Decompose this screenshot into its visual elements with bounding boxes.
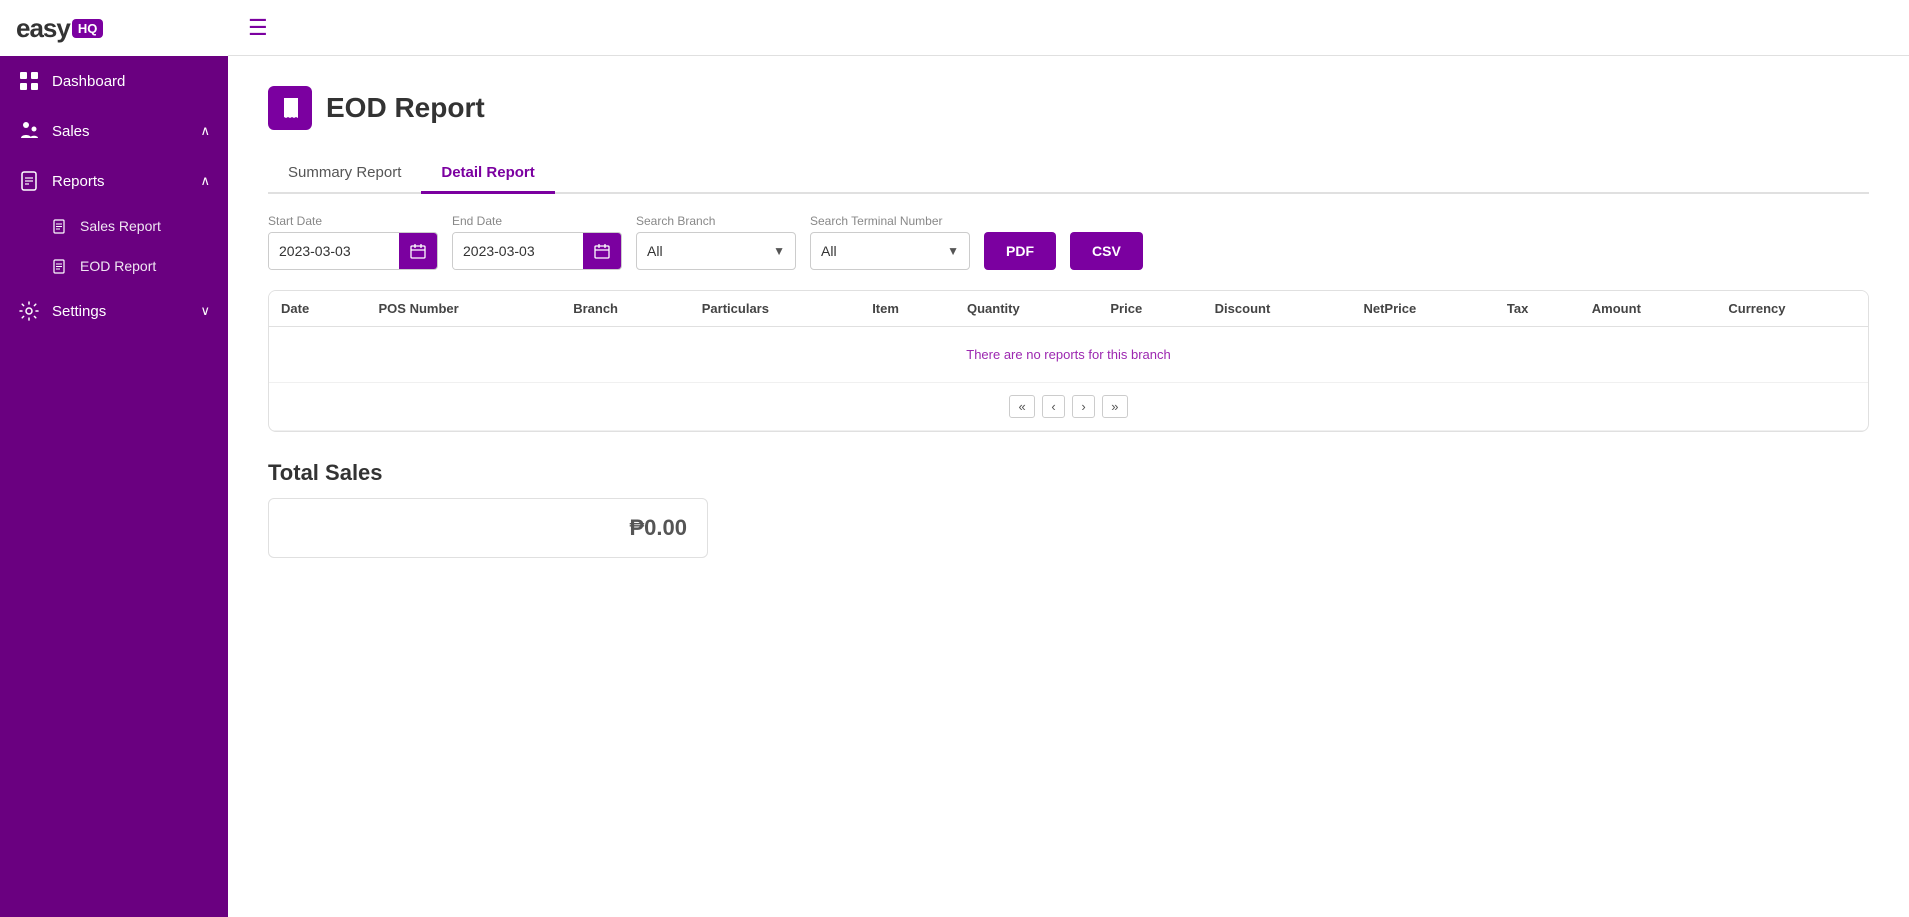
no-data-row: There are no reports for this branch bbox=[269, 327, 1868, 383]
start-date-label: Start Date bbox=[268, 214, 438, 228]
sidebar-item-label: Reports bbox=[52, 173, 105, 190]
col-currency: Currency bbox=[1716, 291, 1868, 327]
pagination-next-button[interactable]: › bbox=[1072, 395, 1094, 418]
branch-label: Search Branch bbox=[636, 214, 796, 228]
pagination-first-button[interactable]: « bbox=[1009, 395, 1034, 418]
logo: easy HQ bbox=[0, 0, 228, 56]
sidebar-item-dashboard[interactable]: Dashboard bbox=[0, 56, 228, 106]
total-sales-box: ₱0.00 bbox=[268, 498, 708, 558]
col-tax: Tax bbox=[1495, 291, 1580, 327]
logo-easy-text: easy bbox=[16, 13, 70, 44]
dollar-icon bbox=[52, 217, 70, 235]
page-header-icon bbox=[268, 86, 312, 130]
sidebar: easy HQ Dashboard Sales ∧ Reports ∧ Sale… bbox=[0, 0, 228, 917]
page-header: EOD Report bbox=[268, 86, 1869, 130]
end-date-label: End Date bbox=[452, 214, 622, 228]
terminal-label: Search Terminal Number bbox=[810, 214, 970, 228]
sidebar-item-sales[interactable]: Sales ∧ bbox=[0, 106, 228, 156]
col-particulars: Particulars bbox=[690, 291, 860, 327]
pagination-cell: « ‹ › » bbox=[269, 383, 1868, 431]
logo-hq-text: HQ bbox=[72, 19, 104, 38]
pagination-row: « ‹ › » bbox=[269, 383, 1868, 431]
pagination-prev-button[interactable]: ‹ bbox=[1042, 395, 1064, 418]
sales-report-label: Sales Report bbox=[80, 218, 161, 234]
terminal-select-wrap: All ▼ bbox=[810, 232, 970, 270]
start-date-input[interactable] bbox=[269, 233, 399, 269]
list-icon bbox=[52, 257, 70, 275]
end-date-input[interactable] bbox=[453, 233, 583, 269]
col-quantity: Quantity bbox=[955, 291, 1098, 327]
main-container: ☰ EOD Report Summary Report Detail Repor… bbox=[228, 0, 1909, 917]
chevron-down-icon: ∨ bbox=[200, 303, 210, 319]
sidebar-item-settings[interactable]: Settings ∨ bbox=[0, 286, 228, 336]
total-sales-amount: ₱0.00 bbox=[630, 515, 688, 541]
sidebar-item-label: Sales bbox=[52, 123, 90, 140]
sidebar-item-reports[interactable]: Reports ∧ bbox=[0, 156, 228, 206]
col-pos-number: POS Number bbox=[367, 291, 562, 327]
tab-summary[interactable]: Summary Report bbox=[268, 154, 421, 194]
chevron-up-icon: ∧ bbox=[200, 173, 210, 189]
report-table-card: Date POS Number Branch Particulars Item … bbox=[268, 290, 1869, 432]
col-netprice: NetPrice bbox=[1351, 291, 1494, 327]
content-area: EOD Report Summary Report Detail Report … bbox=[228, 56, 1909, 917]
end-date-calendar-button[interactable] bbox=[583, 232, 621, 270]
tabs-bar: Summary Report Detail Report bbox=[268, 154, 1869, 194]
total-sales-section: Total Sales ₱0.00 bbox=[268, 460, 1869, 558]
col-price: Price bbox=[1098, 291, 1202, 327]
col-discount: Discount bbox=[1203, 291, 1352, 327]
col-item: Item bbox=[860, 291, 955, 327]
csv-button[interactable]: CSV bbox=[1070, 232, 1143, 270]
pdf-button[interactable]: PDF bbox=[984, 232, 1056, 270]
tab-detail[interactable]: Detail Report bbox=[421, 154, 554, 194]
reports-icon bbox=[18, 170, 40, 192]
col-amount: Amount bbox=[1580, 291, 1717, 327]
dashboard-icon bbox=[18, 70, 40, 92]
receipt-icon bbox=[278, 96, 302, 120]
chevron-down-icon: ∧ bbox=[200, 123, 210, 139]
sidebar-item-eod-report[interactable]: EOD Report bbox=[0, 246, 228, 286]
settings-label: Settings bbox=[52, 303, 106, 320]
hamburger-menu-icon[interactable]: ☰ bbox=[248, 15, 268, 41]
page-title: EOD Report bbox=[326, 92, 485, 124]
terminal-select[interactable]: All bbox=[821, 243, 959, 259]
end-date-group: End Date bbox=[452, 214, 622, 270]
col-date: Date bbox=[269, 291, 367, 327]
sales-icon bbox=[18, 120, 40, 142]
start-date-calendar-button[interactable] bbox=[399, 232, 437, 270]
start-date-group: Start Date bbox=[268, 214, 438, 270]
end-date-input-wrap bbox=[452, 232, 622, 270]
topbar: ☰ bbox=[228, 0, 1909, 56]
total-sales-label: Total Sales bbox=[268, 460, 1869, 486]
terminal-group: Search Terminal Number All ▼ bbox=[810, 214, 970, 270]
no-data-message: There are no reports for this branch bbox=[269, 327, 1868, 383]
calendar-icon bbox=[410, 243, 426, 259]
start-date-input-wrap bbox=[268, 232, 438, 270]
branch-group: Search Branch All ▼ bbox=[636, 214, 796, 270]
settings-icon bbox=[18, 300, 40, 322]
report-table: Date POS Number Branch Particulars Item … bbox=[269, 291, 1868, 431]
branch-select-wrap: All ▼ bbox=[636, 232, 796, 270]
eod-report-label: EOD Report bbox=[80, 258, 156, 274]
filters-row: Start Date End Date bbox=[268, 214, 1869, 270]
table-header-row: Date POS Number Branch Particulars Item … bbox=[269, 291, 1868, 327]
calendar-icon bbox=[594, 243, 610, 259]
col-branch: Branch bbox=[561, 291, 690, 327]
branch-select[interactable]: All bbox=[647, 243, 785, 259]
sidebar-item-label: Dashboard bbox=[52, 73, 125, 90]
sidebar-item-sales-report[interactable]: Sales Report bbox=[0, 206, 228, 246]
pagination-last-button[interactable]: » bbox=[1102, 395, 1127, 418]
